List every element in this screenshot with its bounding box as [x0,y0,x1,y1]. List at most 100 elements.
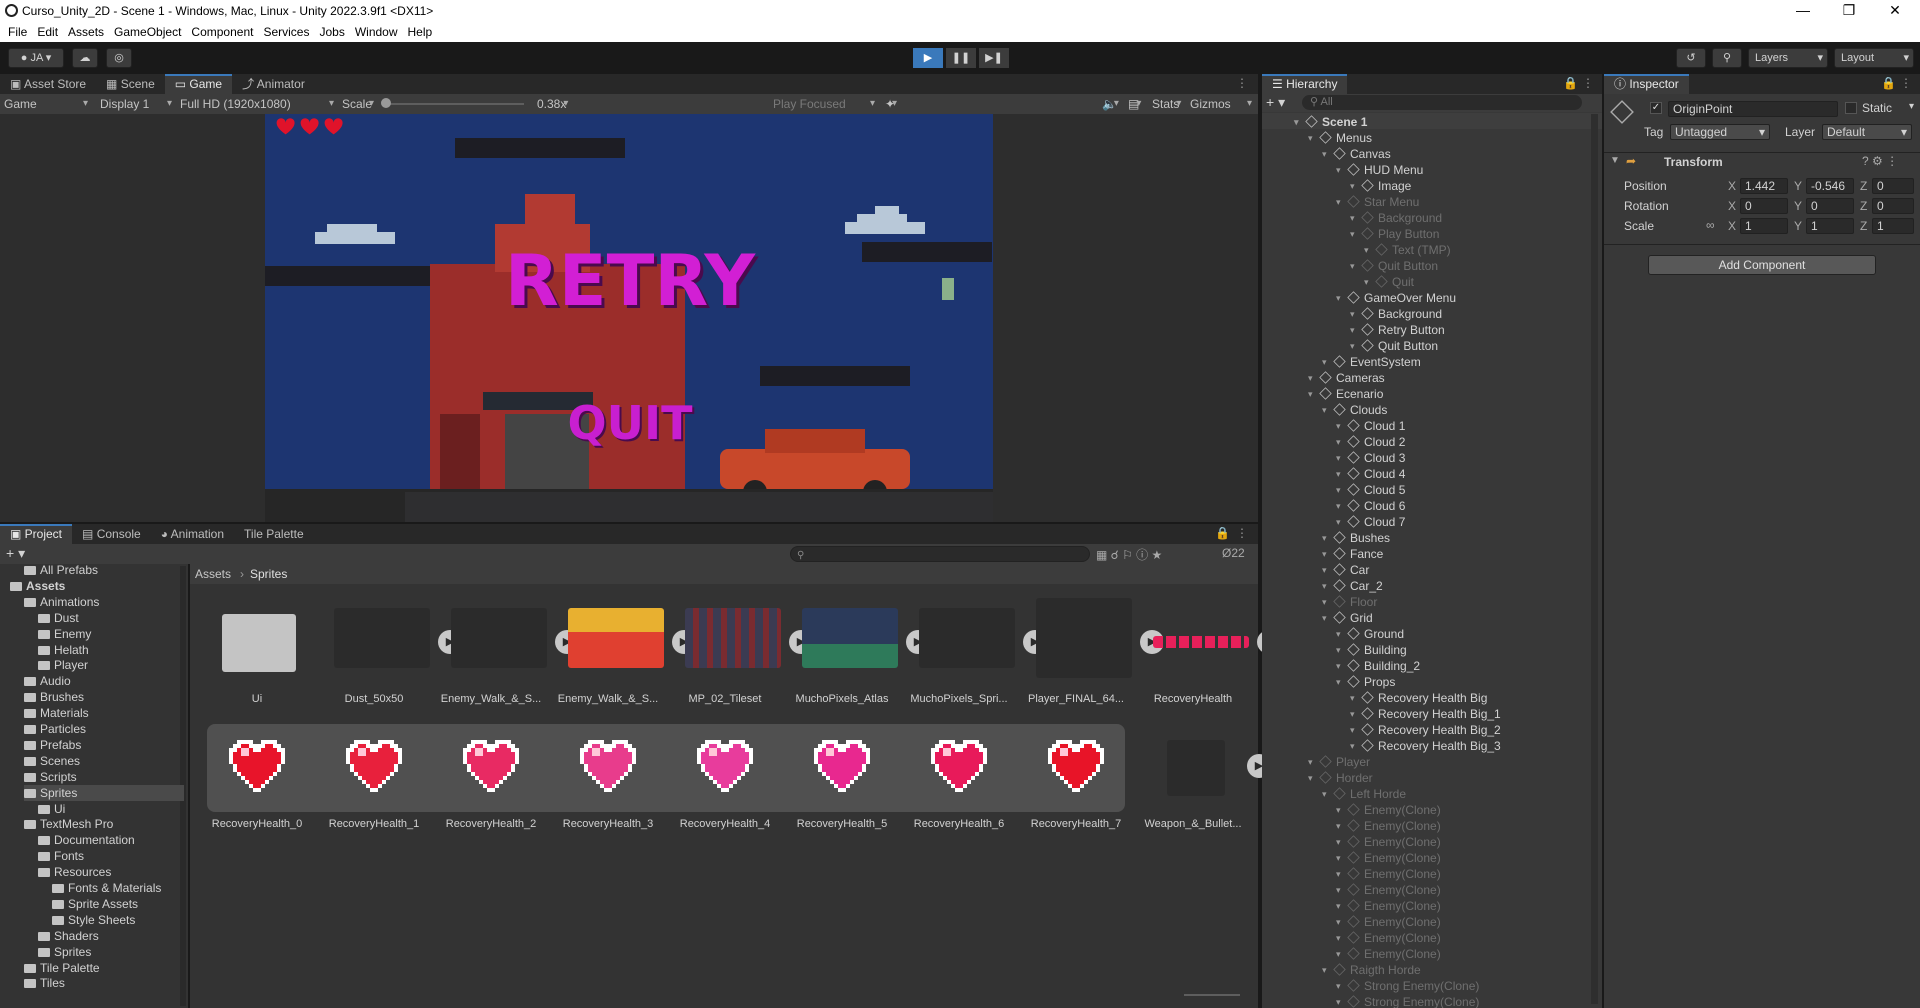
expand-arrow-icon[interactable]: ▾ [1350,706,1355,722]
heart-sprite-icon[interactable] [463,740,519,792]
hierarchy-item[interactable]: ▾ Ecenario [1308,386,1383,402]
hierarchy-item[interactable]: ▾ Player [1308,754,1370,770]
menu-help[interactable]: Help [408,25,433,39]
quit-button[interactable]: QUIT [530,396,730,450]
expand-arrow-icon[interactable]: ▾ [1322,530,1327,546]
expand-arrow-icon[interactable]: ▾ [1322,402,1327,418]
hierarchy-item[interactable]: ▾ Grid [1322,610,1373,626]
object-name-field[interactable]: OriginPoint [1668,101,1838,117]
hierarchy-item[interactable]: ▾ Left Horde [1322,786,1406,802]
static-checkbox[interactable] [1845,102,1857,114]
project-search-input[interactable]: ⚲ [790,546,1090,562]
transform-foldout-icon[interactable]: ▼ [1610,155,1620,166]
expand-arrow-icon[interactable]: ▾ [1336,418,1341,434]
heart-sprite-icon[interactable] [697,740,753,792]
rotation-z-field[interactable]: 0 [1872,198,1914,214]
expand-arrow-icon[interactable]: ▾ [1336,642,1341,658]
retry-button[interactable]: RETRY [480,240,780,322]
hierarchy-item[interactable]: ▾ Recovery Health Big_3 [1350,738,1501,754]
expand-arrow-icon[interactable]: ▾ [1350,210,1355,226]
tab-project[interactable]: ▣ Project [0,524,73,544]
layers-dropdown[interactable]: Layers ▾ [1748,48,1828,68]
search-icon[interactable]: ⚲ [1712,48,1742,68]
layer-dropdown[interactable]: Default ▾ [1822,124,1912,140]
project-folder-item[interactable]: Helath [38,642,89,658]
project-folder-item[interactable]: Resources [38,864,111,880]
project-folder-item[interactable]: Dust [38,610,79,626]
display-dropdown[interactable]: Display 1 [100,95,172,113]
hierarchy-item[interactable]: ▾ Bushes [1322,530,1390,546]
project-folder-item[interactable]: Prefabs [24,737,81,753]
expand-arrow-icon[interactable]: ▾ [1322,962,1327,978]
sprite-thumbnail[interactable] [1167,740,1225,796]
expand-arrow-icon[interactable]: ▾ [1336,818,1341,834]
tab-hierarchy[interactable]: ☰ Hierarchy [1262,74,1348,94]
hierarchy-item[interactable]: ▾ Cloud 2 [1336,434,1405,450]
expand-arrow-icon[interactable]: ▾ [1336,514,1341,530]
tab-game[interactable]: ▭ Game [164,74,233,94]
heart-sprite-icon[interactable] [931,740,987,792]
scale-slider-handle[interactable] [381,98,391,108]
bug-icon[interactable]: ✦ [885,95,897,113]
tab-tile-palette[interactable]: Tile Palette [234,524,314,544]
expand-arrow-icon[interactable]: ▾ [1322,546,1327,562]
tag-dropdown[interactable]: Untagged ▾ [1670,124,1770,140]
hierarchy-item[interactable]: ▾ EventSystem [1322,354,1421,370]
project-folder-item[interactable]: Documentation [38,832,135,848]
project-folder-item[interactable]: Player [38,657,88,673]
filter-type-icon[interactable]: ▦ ☌ ⚐ ⓘ ★ [1096,546,1162,563]
menu-services[interactable]: Services [263,25,309,39]
hierarchy-search-input[interactable]: ⚲ All [1302,95,1582,110]
expand-arrow-icon[interactable]: ▾ [1308,130,1313,146]
vsync-icon[interactable]: ▤ [1128,95,1142,113]
project-folder-item[interactable]: Fonts & Materials [52,880,161,896]
menu-file[interactable]: File [8,25,27,39]
expand-arrow-icon[interactable]: ▾ [1336,482,1341,498]
rotation-x-field[interactable]: 0 [1740,198,1788,214]
add-component-button[interactable]: Add Component [1648,255,1876,275]
hierarchy-item[interactable]: ▾ Image [1350,178,1411,194]
project-folder-item[interactable]: Tiles [24,975,65,991]
hierarchy-item[interactable]: ▾ HUD Menu [1336,162,1423,178]
hierarchy-menu-icon[interactable]: ⋮ [1582,76,1594,90]
expand-arrow-icon[interactable]: ▾ [1308,370,1313,386]
hierarchy-item[interactable]: ▾ Recovery Health Big_1 [1350,706,1501,722]
lock-icon[interactable]: 🔒 [1215,526,1230,540]
menu-assets[interactable]: Assets [68,25,104,39]
heart-sprite-icon[interactable] [814,740,870,792]
expand-arrow-icon[interactable]: ▾ [1350,722,1355,738]
hierarchy-item[interactable]: ▾ Enemy(Clone) [1336,850,1441,866]
hierarchy-item[interactable]: ▾ Star Menu [1336,194,1419,210]
close-icon[interactable]: ✕ [1872,0,1918,22]
project-folder-item[interactable]: Enemy [38,626,91,642]
project-folder-item[interactable]: Scripts [24,769,77,785]
play-button[interactable]: ▶ [913,48,943,68]
expand-arrow-icon[interactable]: ▾ [1336,162,1341,178]
scale-y-field[interactable]: 1 [1806,218,1854,234]
static-dropdown-icon[interactable]: ▾ [1909,101,1914,112]
stats-button[interactable]: Stats [1152,95,1182,113]
sprite-thumbnail[interactable] [334,608,430,668]
expand-arrow-icon[interactable]: ▾ [1336,466,1341,482]
hierarchy-item[interactable]: ▾ Recovery Health Big_2 [1350,722,1501,738]
hidden-count[interactable]: Ø22 [1222,546,1245,560]
heart-sprite-icon[interactable] [580,740,636,792]
expand-arrow-icon[interactable]: ▾ [1336,882,1341,898]
hierarchy-item[interactable]: ▾ Enemy(Clone) [1336,898,1441,914]
expand-arrow-icon[interactable]: ▾ [1322,354,1327,370]
hierarchy-item[interactable]: ▾ Quit Button [1350,338,1438,354]
project-folder-item[interactable]: Sprites [24,784,184,801]
hierarchy-item[interactable]: ▾ Retry Button [1350,322,1445,338]
menu-jobs[interactable]: Jobs [319,25,344,39]
breadcrumb-assets[interactable]: Assets [195,567,231,581]
hierarchy-item[interactable]: ▾ Ground [1336,626,1404,642]
play-focused-dropdown[interactable]: Play Focused [773,95,875,113]
tab-asset-store[interactable]: ▣ Asset Store [0,74,96,94]
constrain-proportions-icon[interactable]: ∞ [1706,218,1715,232]
project-folder-item[interactable]: Animations [24,594,99,610]
hierarchy-item[interactable]: ▾ Scene 1 [1294,114,1367,130]
project-folder-item[interactable]: Fonts [38,848,84,864]
thumbnail-size-slider[interactable] [1184,994,1240,996]
sprite-thumbnail[interactable] [568,608,664,668]
rotation-y-field[interactable]: 0 [1806,198,1854,214]
